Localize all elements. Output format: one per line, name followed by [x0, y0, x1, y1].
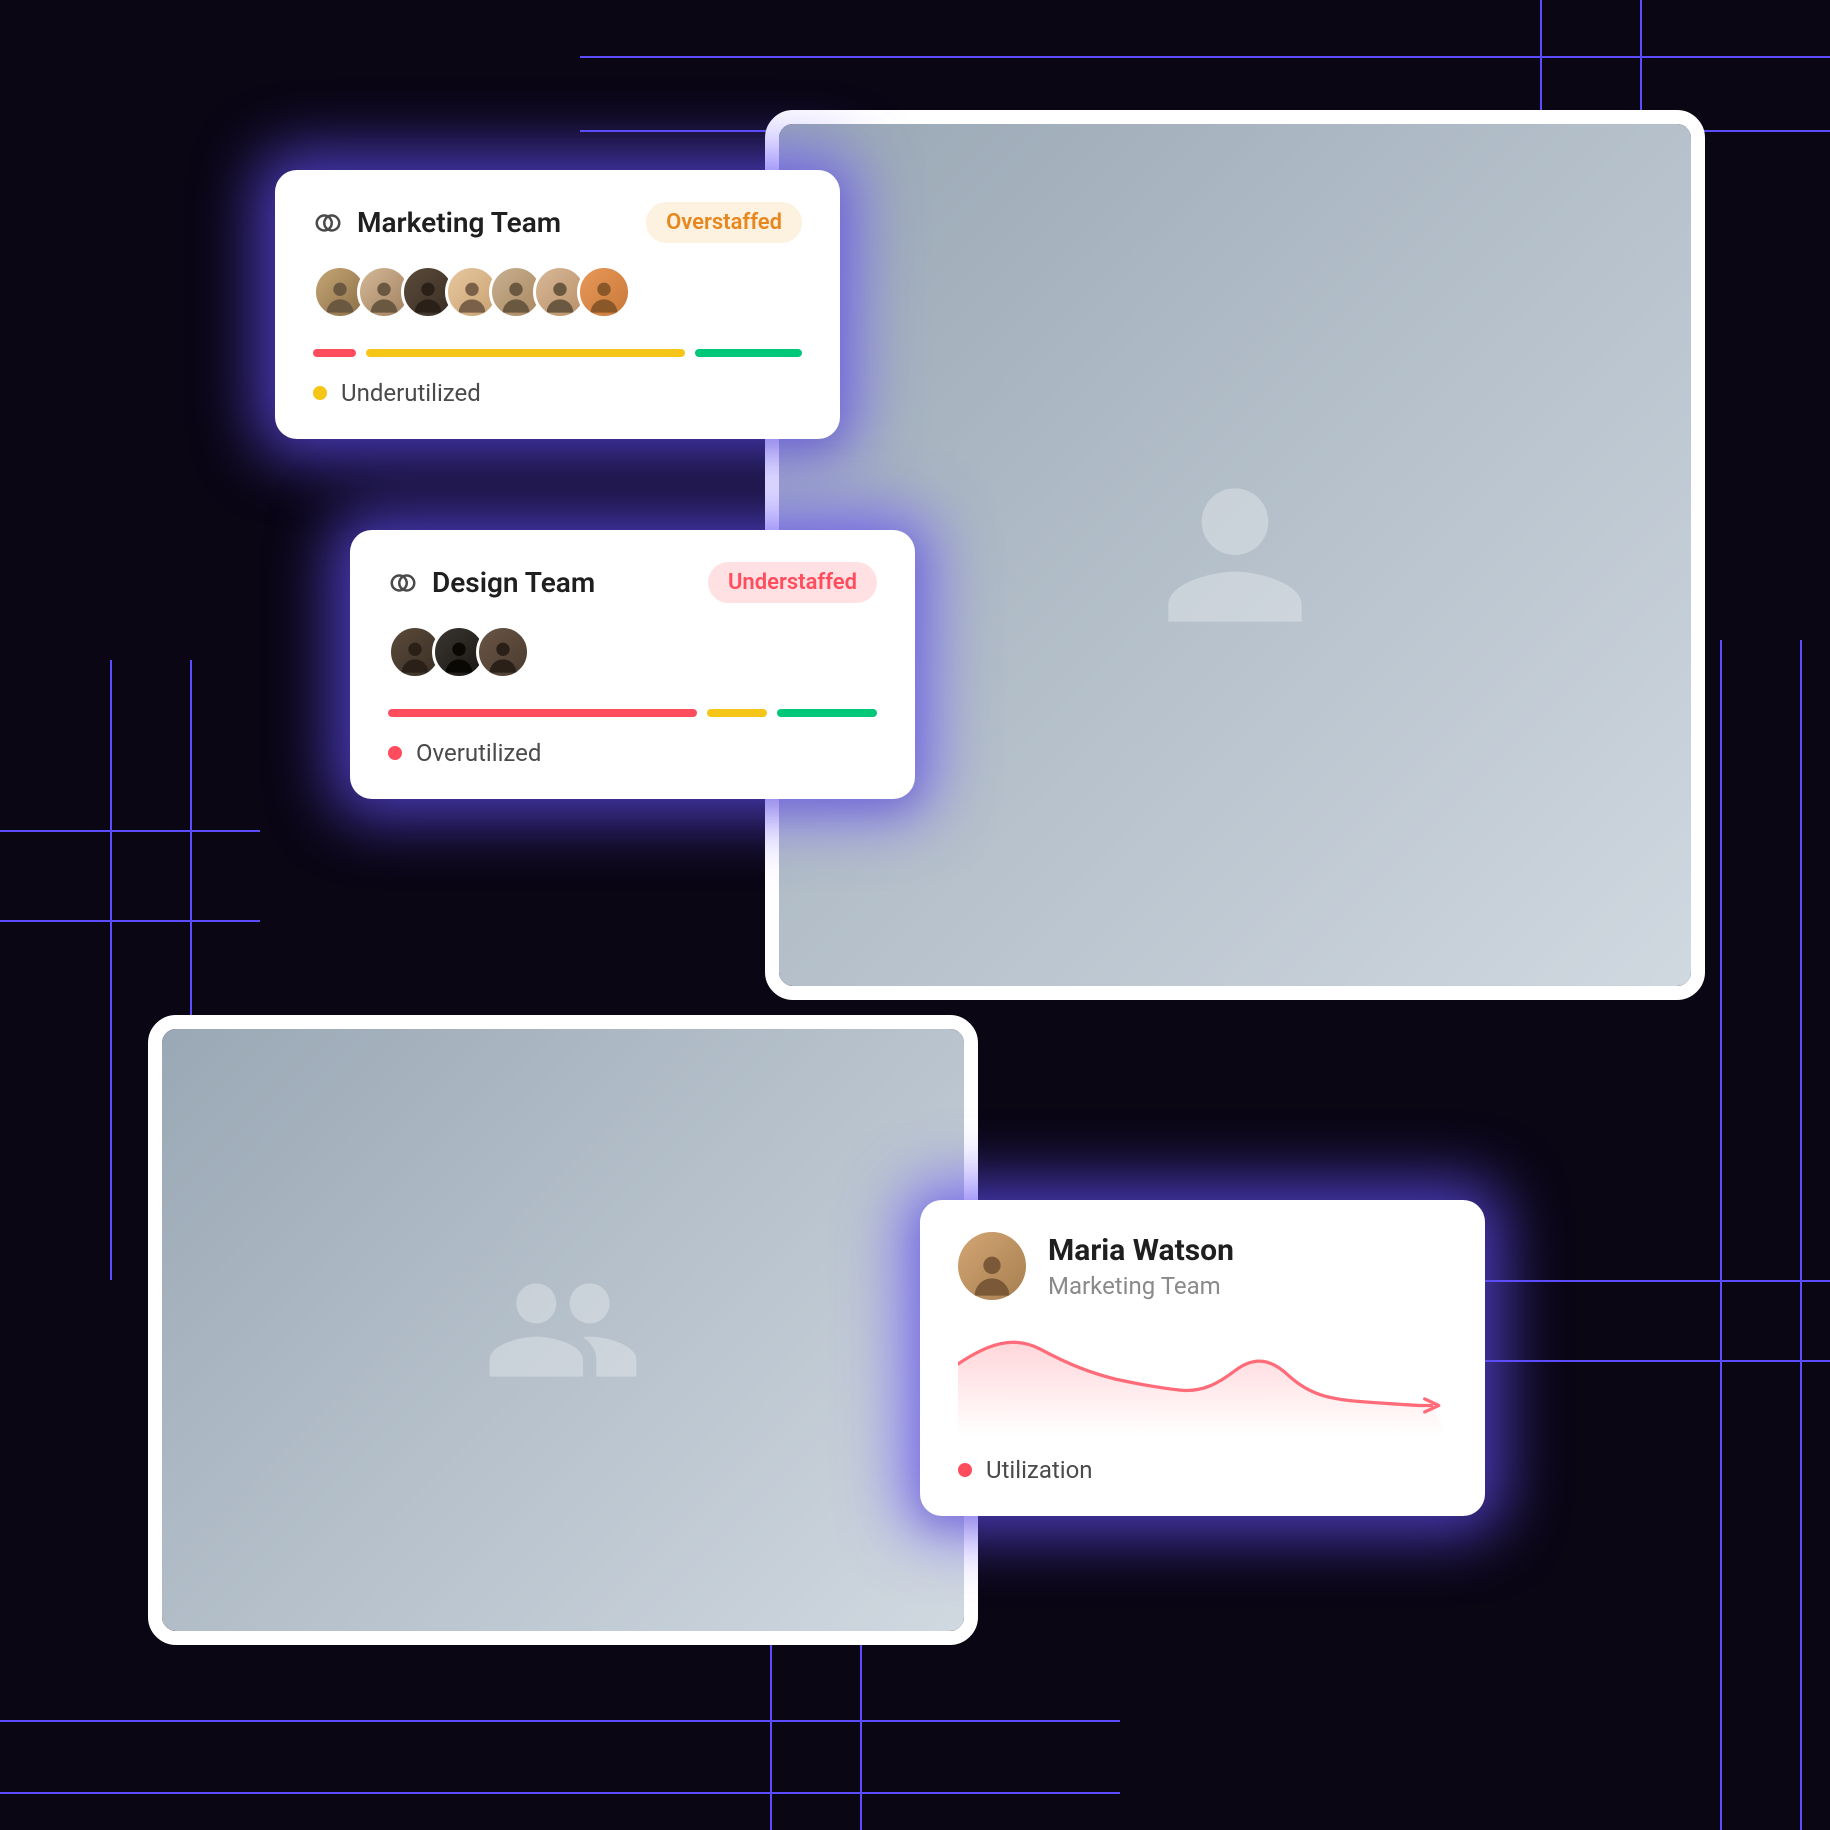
avatar	[577, 265, 631, 319]
staffing-badge: Understaffed	[708, 562, 877, 603]
grid-line	[1480, 1360, 1830, 1362]
overlapping-circles-icon	[313, 208, 343, 238]
grid-line	[580, 56, 1830, 58]
team-name: Design Team	[432, 566, 595, 599]
grid-line	[1480, 1280, 1830, 1282]
grid-line	[0, 1792, 1120, 1794]
grid-line	[0, 1720, 1120, 1722]
status-text: Overutilized	[416, 739, 541, 767]
avatar-stack	[313, 265, 802, 319]
person-name: Maria Watson	[1048, 1233, 1234, 1268]
metric-dot	[958, 1463, 972, 1477]
team-card-design[interactable]: Design Team Understaffed Overutilized	[350, 530, 915, 799]
utilization-bar	[313, 349, 802, 357]
staffing-badge: Overstaffed	[646, 202, 802, 243]
grid-line	[0, 830, 260, 832]
team-card-marketing[interactable]: Marketing Team Overstaffed Underutilized	[275, 170, 840, 439]
avatar-stack	[388, 625, 877, 679]
utilization-bar	[388, 709, 877, 717]
overlapping-circles-icon	[388, 568, 418, 598]
avatar	[476, 625, 530, 679]
grid-line	[1720, 640, 1722, 1830]
person-card[interactable]: Maria Watson Marketing Team Utilization	[920, 1200, 1485, 1516]
team-name: Marketing Team	[357, 206, 561, 239]
avatar	[958, 1232, 1026, 1300]
status-dot	[388, 746, 402, 760]
grid-line	[110, 660, 112, 1280]
person-team: Marketing Team	[1048, 1272, 1234, 1300]
utilization-trend-chart	[958, 1316, 1447, 1436]
grid-line	[860, 1640, 862, 1830]
utilization-status: Underutilized	[313, 379, 802, 407]
grid-line	[1800, 640, 1802, 1830]
metric-label: Utilization	[958, 1456, 1447, 1484]
metric-text: Utilization	[986, 1456, 1093, 1484]
status-dot	[313, 386, 327, 400]
grid-line	[0, 920, 260, 922]
utilization-status: Overutilized	[388, 739, 877, 767]
grid-line	[770, 1640, 772, 1830]
hero-photo-bottom	[148, 1015, 978, 1645]
status-text: Underutilized	[341, 379, 481, 407]
